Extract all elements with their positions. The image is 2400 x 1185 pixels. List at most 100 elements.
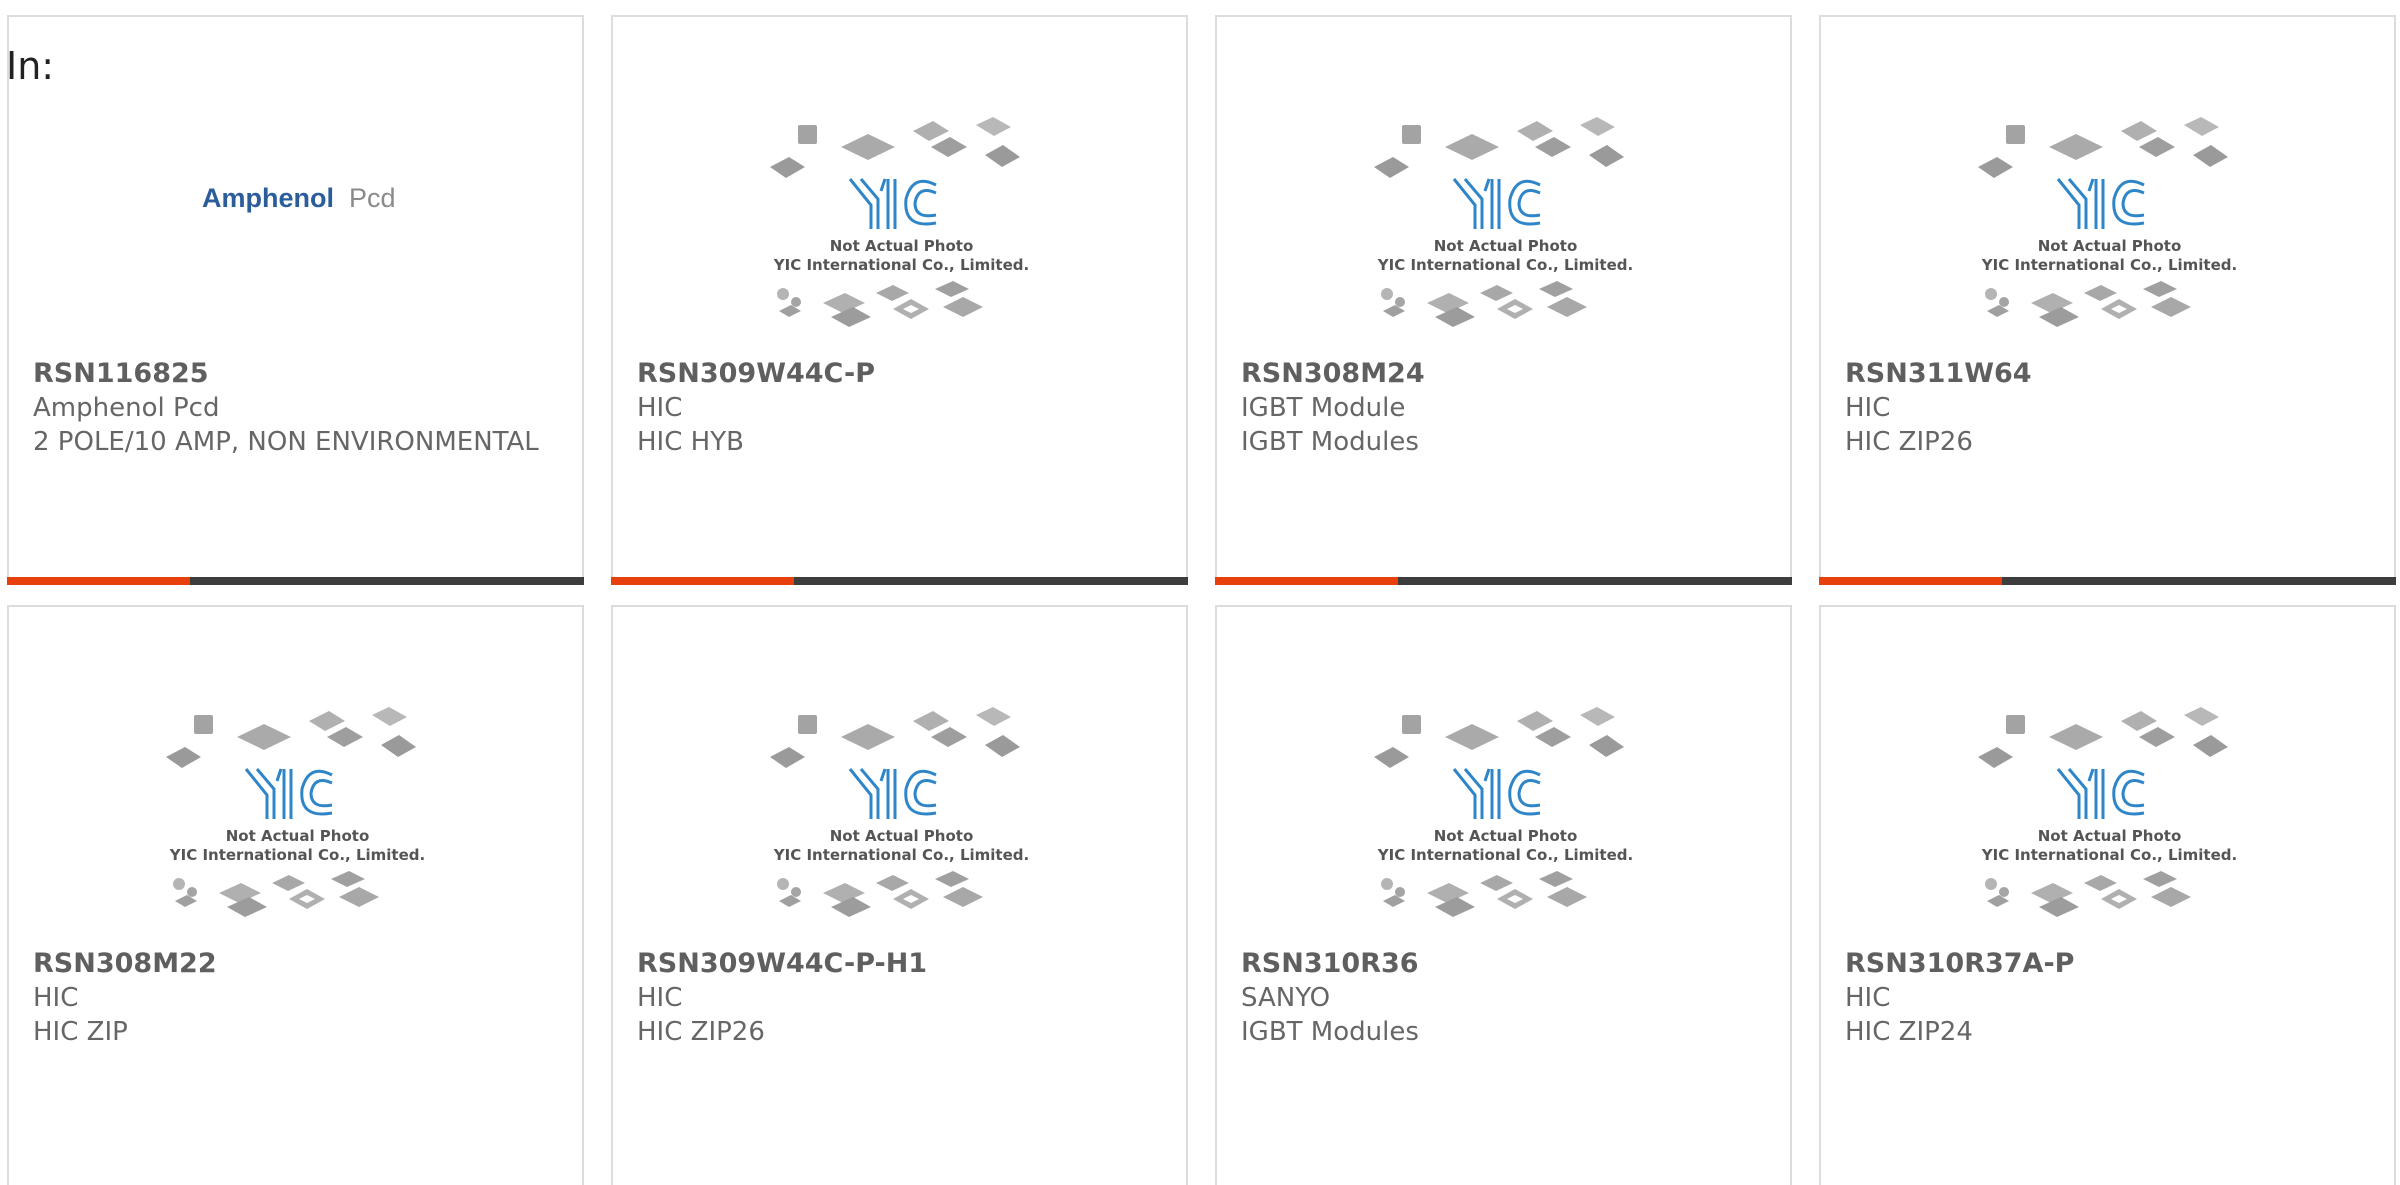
product-info: RSN308M22 HIC HIC ZIP bbox=[33, 947, 558, 1049]
yic-placeholder-image: Not Actual Photo YIC International Co., … bbox=[770, 707, 1029, 917]
description: IGBT Modules bbox=[1241, 1017, 1419, 1047]
card-accent-bar bbox=[611, 577, 794, 585]
description: HIC ZIP26 bbox=[637, 1017, 765, 1047]
product-info: RSN310R36 SANYO IGBT Modules bbox=[1241, 947, 1766, 1049]
description: HIC ZIP24 bbox=[1845, 1017, 1973, 1047]
chip-icons-bottom bbox=[1985, 871, 2191, 917]
chip-icons-bottom bbox=[1381, 281, 1587, 327]
product-info: RSN309W44C-P HIC HIC HYB bbox=[637, 357, 1162, 459]
product-card[interactable]: Amphenol Pcd RSN116825 Amphenol Pcd 2 PO… bbox=[7, 15, 584, 585]
yic-placeholder-image: Not Actual Photo YIC International Co., … bbox=[1374, 707, 1633, 917]
card-accent-bar bbox=[1819, 577, 2002, 585]
description: IGBT Modules bbox=[1241, 427, 1419, 457]
product-info: RSN310R37A-P HIC HIC ZIP24 bbox=[1845, 947, 2370, 1049]
manufacturer: SANYO bbox=[1241, 983, 1331, 1013]
manufacturer: IGBT Module bbox=[1241, 393, 1406, 423]
part-number[interactable]: RSN309W44C-P bbox=[637, 357, 1162, 391]
product-card[interactable]: Not Actual Photo YIC International Co., … bbox=[1819, 15, 2396, 585]
yic-placeholder-image: Not Actual Photo YIC International Co., … bbox=[166, 707, 425, 917]
yic-placeholder-image: Not Actual Photo YIC International Co., … bbox=[770, 117, 1029, 327]
manufacturer: HIC bbox=[1845, 983, 1891, 1013]
product-grid: Amphenol Pcd RSN116825 Amphenol Pcd 2 PO… bbox=[0, 0, 2400, 1185]
product-card[interactable]: Not Actual Photo YIC International Co., … bbox=[1215, 605, 1792, 1185]
product-card[interactable]: Not Actual Photo YIC International Co., … bbox=[7, 605, 584, 1185]
placeholder-caption-line1: Not Actual Photo bbox=[2038, 827, 2182, 845]
description: HIC ZIP26 bbox=[1845, 427, 1973, 457]
chip-icons-top bbox=[770, 117, 1020, 178]
part-number[interactable]: RSN308M22 bbox=[33, 947, 558, 981]
part-number[interactable]: RSN310R36 bbox=[1241, 947, 1766, 981]
product-image[interactable]: Not Actual Photo YIC International Co., … bbox=[613, 671, 1186, 941]
product-image[interactable]: Amphenol Pcd bbox=[9, 81, 582, 351]
card-accent-bar bbox=[7, 577, 190, 585]
product-image[interactable]: Not Actual Photo YIC International Co., … bbox=[9, 671, 582, 941]
placeholder-caption-line2: YIC International Co., Limited. bbox=[1377, 256, 1633, 274]
description: HIC ZIP bbox=[33, 1017, 128, 1047]
card-bottom-bar bbox=[1215, 577, 1792, 585]
placeholder-caption-line1: Not Actual Photo bbox=[1434, 237, 1578, 255]
yic-logo bbox=[2056, 178, 2145, 229]
yic-logo bbox=[848, 768, 937, 819]
part-number[interactable]: RSN309W44C-P-H1 bbox=[637, 947, 1162, 981]
yic-placeholder-image: Not Actual Photo YIC International Co., … bbox=[1374, 117, 1633, 327]
product-info: RSN309W44C-P-H1 HIC HIC ZIP26 bbox=[637, 947, 1162, 1049]
placeholder-caption-line2: YIC International Co., Limited. bbox=[169, 846, 425, 864]
placeholder-caption-line2: YIC International Co., Limited. bbox=[1981, 256, 2237, 274]
product-card[interactable]: Not Actual Photo YIC International Co., … bbox=[1819, 605, 2396, 1185]
product-image[interactable]: Not Actual Photo YIC International Co., … bbox=[613, 81, 1186, 351]
placeholder-caption-line1: Not Actual Photo bbox=[830, 827, 974, 845]
placeholder-caption-line2: YIC International Co., Limited. bbox=[773, 846, 1029, 864]
chip-icons-top bbox=[166, 707, 416, 768]
product-card[interactable]: Not Actual Photo YIC International Co., … bbox=[611, 15, 1188, 585]
yic-logo bbox=[1452, 178, 1541, 229]
chip-icons-bottom bbox=[777, 281, 983, 327]
chip-icons-top bbox=[770, 707, 1020, 768]
description: HIC HYB bbox=[637, 427, 744, 457]
manufacturer: HIC bbox=[637, 983, 683, 1013]
chip-icons-bottom bbox=[1985, 281, 2191, 327]
chip-icons-top bbox=[1978, 117, 2228, 178]
product-image[interactable]: Not Actual Photo YIC International Co., … bbox=[1821, 81, 2394, 351]
placeholder-caption-line2: YIC International Co., Limited. bbox=[773, 256, 1029, 274]
amphenol-pcd-logo: Amphenol Pcd bbox=[202, 183, 396, 213]
part-number[interactable]: RSN308M24 bbox=[1241, 357, 1766, 391]
manufacturer: HIC bbox=[33, 983, 79, 1013]
placeholder-caption-line1: Not Actual Photo bbox=[830, 237, 974, 255]
chip-icons-top bbox=[1374, 117, 1624, 178]
part-number[interactable]: RSN116825 bbox=[33, 357, 558, 391]
yic-logo bbox=[848, 178, 937, 229]
manufacturer: HIC bbox=[1845, 393, 1891, 423]
chip-icons-top bbox=[1374, 707, 1624, 768]
chip-icons-bottom bbox=[173, 871, 379, 917]
yic-logo bbox=[1452, 768, 1541, 819]
product-card[interactable]: Not Actual Photo YIC International Co., … bbox=[611, 605, 1188, 1185]
yic-logo bbox=[2056, 768, 2145, 819]
chip-icons-top bbox=[1978, 707, 2228, 768]
manufacturer: HIC bbox=[637, 393, 683, 423]
svg-text:Pcd: Pcd bbox=[349, 183, 396, 213]
manufacturer: Amphenol Pcd bbox=[33, 393, 220, 423]
card-bottom-bar bbox=[611, 577, 1188, 585]
product-info: RSN116825 Amphenol Pcd 2 POLE/10 AMP, NO… bbox=[33, 357, 558, 459]
placeholder-caption-line2: YIC International Co., Limited. bbox=[1981, 846, 2237, 864]
card-accent-bar bbox=[1215, 577, 1398, 585]
chip-icons-bottom bbox=[1381, 871, 1587, 917]
placeholder-caption-line2: YIC International Co., Limited. bbox=[1377, 846, 1633, 864]
card-bottom-bar bbox=[1819, 577, 2396, 585]
product-image[interactable]: Not Actual Photo YIC International Co., … bbox=[1821, 671, 2394, 941]
description: 2 POLE/10 AMP, NON ENVIRONMENTAL bbox=[33, 427, 539, 457]
product-image[interactable]: Not Actual Photo YIC International Co., … bbox=[1217, 81, 1790, 351]
svg-text:Amphenol: Amphenol bbox=[202, 183, 334, 213]
yic-logo bbox=[244, 768, 333, 819]
part-number[interactable]: RSN310R37A-P bbox=[1845, 947, 2370, 981]
placeholder-caption-line1: Not Actual Photo bbox=[226, 827, 370, 845]
product-card[interactable]: Not Actual Photo YIC International Co., … bbox=[1215, 15, 1792, 585]
product-image[interactable]: Not Actual Photo YIC International Co., … bbox=[1217, 671, 1790, 941]
placeholder-caption-line1: Not Actual Photo bbox=[1434, 827, 1578, 845]
card-bottom-bar bbox=[7, 577, 584, 585]
yic-placeholder-image: Not Actual Photo YIC International Co., … bbox=[1978, 117, 2237, 327]
product-info: RSN308M24 IGBT Module IGBT Modules bbox=[1241, 357, 1766, 459]
chip-icons-bottom bbox=[777, 871, 983, 917]
page-heading: In: bbox=[6, 44, 55, 88]
part-number[interactable]: RSN311W64 bbox=[1845, 357, 2370, 391]
